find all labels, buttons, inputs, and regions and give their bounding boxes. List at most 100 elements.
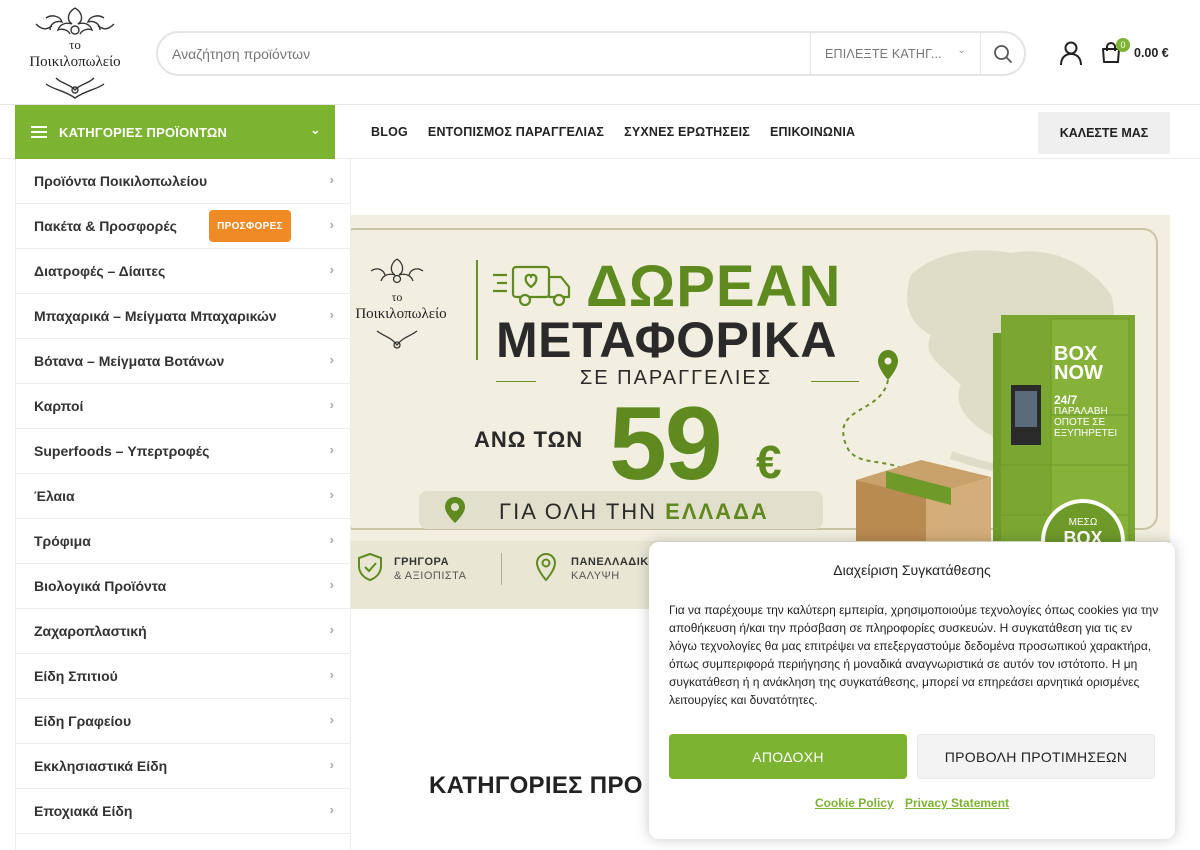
sidebar-item-herbs[interactable]: Βότανα – Μείγματα Βοτάνων › (16, 339, 350, 384)
consent-text: Για να παρέχουμε την καλύτερη εμπειρία, … (669, 603, 1159, 707)
svg-text:Ποικιλοπωλείο: Ποικιλοπωλείο (29, 54, 120, 70)
sidebar-item-confectionery[interactable]: Ζαχαροπλαστική › (16, 609, 350, 654)
banner-price: 59 (609, 386, 723, 502)
categories-section-title: ΚΑΤΗΓΟΡΙΕΣ ΠΡΟ (429, 772, 643, 799)
privacy-statement-link[interactable]: Privacy Statement (905, 796, 1009, 810)
sidebar-item-nuts[interactable]: Καρποί › (16, 384, 350, 429)
shield-check-icon (358, 552, 382, 582)
banner-feature-fast: ΓΡΗΓΟΡΑ & ΑΞΙΟΠΙΣΤΑ (394, 556, 467, 582)
chevron-down-icon: ⌄ (309, 122, 321, 137)
sidebar-item-diets[interactable]: Διατροφές – Δίαιτες › (16, 249, 350, 294)
chevron-right-icon: › (329, 622, 334, 637)
banner-above-label: ΑΝΩ ΤΩΝ (474, 427, 584, 452)
view-preferences-button[interactable]: ΠΡΟΒΟΛΗ ΠΡΟΤΙΜΗΣΕΩΝ (917, 734, 1155, 779)
svg-text:Ποικιλοπωλείο: Ποικιλοπωλείο (355, 306, 446, 322)
category-sidebar: Προϊόντα Ποικιλοπωλείου › Πακέτα & Προσφο… (15, 159, 351, 850)
sidebar-item-label: Καρποί (34, 398, 84, 414)
main-nav: ΚΑΤΗΓΟΡΙΕΣ ΠΡΟΪΟΝΤΩΝ ⌄ BLOG ΕΝΤΟΠΙΣΜΟΣ Π… (0, 105, 1200, 159)
banner-currency: € (756, 436, 782, 488)
banner-logo-ornament-icon: το Ποικιλοπωλείο (355, 258, 447, 349)
banner-region-text: ΓΙΑ ΟΛΗ ΤΗΝ ΕΛΛΑΔΑ (499, 499, 769, 524)
nav-link-blog[interactable]: BLOG (371, 125, 408, 139)
sidebar-item-label: Μπαχαρικά – Μείγματα Μπαχαρικών (34, 308, 277, 324)
hamburger-icon (31, 126, 47, 138)
sidebar-item-label: Superfoods – Υπερτροφές (34, 443, 210, 459)
nav-link-faq[interactable]: ΣΥΧΝΕΣ ΕΡΩΤΗΣΕΙΣ (624, 125, 750, 139)
chevron-right-icon: › (329, 802, 334, 817)
search-category-label: ΕΠΙΛΕΞΤΕ ΚΑΤΗΓ... (825, 46, 942, 61)
sidebar-item-foods[interactable]: Τρόφιμα › (16, 519, 350, 564)
nav-link-order-tracking[interactable]: ΕΝΤΟΠΙΣΜΟΣ ΠΑΡΑΓΓΕΛΙΑΣ (428, 125, 604, 139)
offers-badge: ΠΡΟΣΦΟΡΕΣ (209, 210, 291, 242)
banner-title-shipping: ΜΕΤΑΦΟΡΙΚΑ (496, 312, 837, 368)
cookie-consent-dialog: Διαχείριση Συγκατάθεσης Για να παρέχουμε… (649, 542, 1175, 839)
site-header: το Ποικιλοπωλείο ΕΠΙΛΕΞΤΕ ΚΑΤΗΓ... ⌄ 0 0… (0, 0, 1200, 105)
chevron-right-icon: › (329, 487, 334, 502)
chevron-right-icon: › (329, 667, 334, 682)
sidebar-item-label: Έλαια (34, 488, 75, 504)
categories-menu-label: ΚΑΤΗΓΟΡΙΕΣ ΠΡΟΪΟΝΤΩΝ (59, 124, 228, 140)
banner-logo: το Ποικιλοπωλείο (351, 255, 459, 355)
search-input[interactable] (158, 33, 810, 74)
sidebar-item-packages-offers[interactable]: Πακέτα & Προσφορές ΠΡΟΣΦΟΡΕΣ › (16, 204, 350, 249)
locker-brand: BOX NOW (1054, 343, 1103, 384)
banner-title-free: ΔΩΡΕΑΝ (586, 254, 842, 319)
nav-links: BLOG ΕΝΤΟΠΙΣΜΟΣ ΠΑΡΑΓΓΕΛΙΑΣ ΣΥΧΝΕΣ ΕΡΩΤΗ… (371, 105, 855, 159)
user-icon (1060, 41, 1082, 66)
search-category-select[interactable]: ΕΠΙΛΕΞΤΕ ΚΑΤΗΓ... ⌄ (810, 33, 980, 74)
delivery-truck-icon (493, 263, 573, 314)
sidebar-item-label: Βιολογικά Προϊόντα (34, 578, 167, 594)
sidebar-item-spices[interactable]: Μπαχαρικά – Μείγματα Μπαχαρικών › (16, 294, 350, 339)
accept-button[interactable]: ΑΠΟΔΟΧΗ (669, 734, 907, 779)
sidebar-item-label: Προϊόντα Ποικιλοπωλείου (34, 173, 208, 189)
consent-title: Διαχείριση Συγκατάθεσης (833, 562, 991, 578)
banner-feature-coverage: ΠΑΝΕΛΛΑΔΙΚ ΚΑΛΥΨΗ (571, 556, 649, 582)
sidebar-item-label: Εποχιακά Είδη (34, 803, 133, 819)
location-pin-icon (445, 497, 465, 523)
sidebar-item-label: Τρόφιμα (34, 533, 91, 549)
cart-button[interactable]: 0 0.00 € (1100, 38, 1180, 68)
sidebar-item-label: Είδη Γραφείου (34, 713, 132, 729)
sidebar-item-church[interactable]: Εκκλησιαστικά Είδη › (16, 744, 350, 789)
cart-total: 0.00 € (1134, 46, 1169, 60)
sidebar-item-seasonal[interactable]: Εποχιακά Είδη › (16, 789, 350, 834)
chevron-right-icon: › (329, 397, 334, 412)
consent-links: Cookie Policy Privacy Statement (649, 796, 1175, 810)
chevron-right-icon: › (329, 217, 334, 232)
chevron-right-icon: › (329, 712, 334, 727)
chevron-right-icon: › (329, 262, 334, 277)
cookie-policy-link[interactable]: Cookie Policy (815, 796, 894, 810)
sidebar-item-superfoods[interactable]: Superfoods – Υπερτροφές › (16, 429, 350, 474)
chevron-right-icon: › (329, 757, 334, 772)
call-us-button[interactable]: ΚΑΛΕΣΤΕ ΜΑΣ (1038, 112, 1170, 154)
chevron-right-icon: › (329, 442, 334, 457)
nav-link-contact[interactable]: ΕΠΙΚΟΙΝΩΝΙΑ (770, 125, 855, 139)
chevron-right-icon: › (329, 307, 334, 322)
sidebar-item-organic[interactable]: Βιολογικά Προϊόντα › (16, 564, 350, 609)
categories-menu-toggle[interactable]: ΚΑΤΗΓΟΡΙΕΣ ΠΡΟΪΟΝΤΩΝ ⌄ (15, 105, 335, 159)
locker-text: 24/7 ΠΑΡΑΛΑΒΗ ΟΠΟΤΕ ΣΕ ΕΞΥΠΗΡΕΤΕΙ (1054, 393, 1118, 439)
sidebar-item-label: Πακέτα & Προσφορές (34, 218, 177, 234)
sidebar-item-label: Είδη Σπιτιού (34, 668, 118, 684)
location-pin-icon (535, 552, 557, 582)
search-button[interactable] (980, 33, 1024, 74)
chevron-down-icon: ⌄ (957, 45, 966, 56)
chevron-right-icon: › (329, 577, 334, 592)
account-button[interactable] (1058, 40, 1084, 66)
sidebar-item-office[interactable]: Είδη Γραφείου › (16, 699, 350, 744)
sidebar-item-home[interactable]: Είδη Σπιτιού › (16, 654, 350, 699)
search-icon (993, 44, 1012, 63)
svg-text:το: το (392, 290, 403, 304)
divider (501, 553, 502, 585)
logo-ornament-icon: το Ποικιλοπωλείο (29, 7, 121, 99)
divider (811, 381, 859, 382)
svg-text:το: το (69, 37, 81, 52)
sidebar-item-label: Ζαχαροπλαστική (34, 623, 147, 639)
sidebar-item-label: Βότανα – Μείγματα Βοτάνων (34, 353, 225, 369)
sidebar-item-products[interactable]: Προϊόντα Ποικιλοπωλείου › (16, 159, 350, 204)
sidebar-item-oils[interactable]: Έλαια › (16, 474, 350, 519)
sidebar-item-label: Εκκλησιαστικά Είδη (34, 758, 168, 774)
site-logo[interactable]: το Ποικιλοπωλείο (16, 4, 134, 102)
sidebar-item-label: Διατροφές – Δίαιτες (34, 263, 166, 279)
chevron-right-icon: › (329, 172, 334, 187)
